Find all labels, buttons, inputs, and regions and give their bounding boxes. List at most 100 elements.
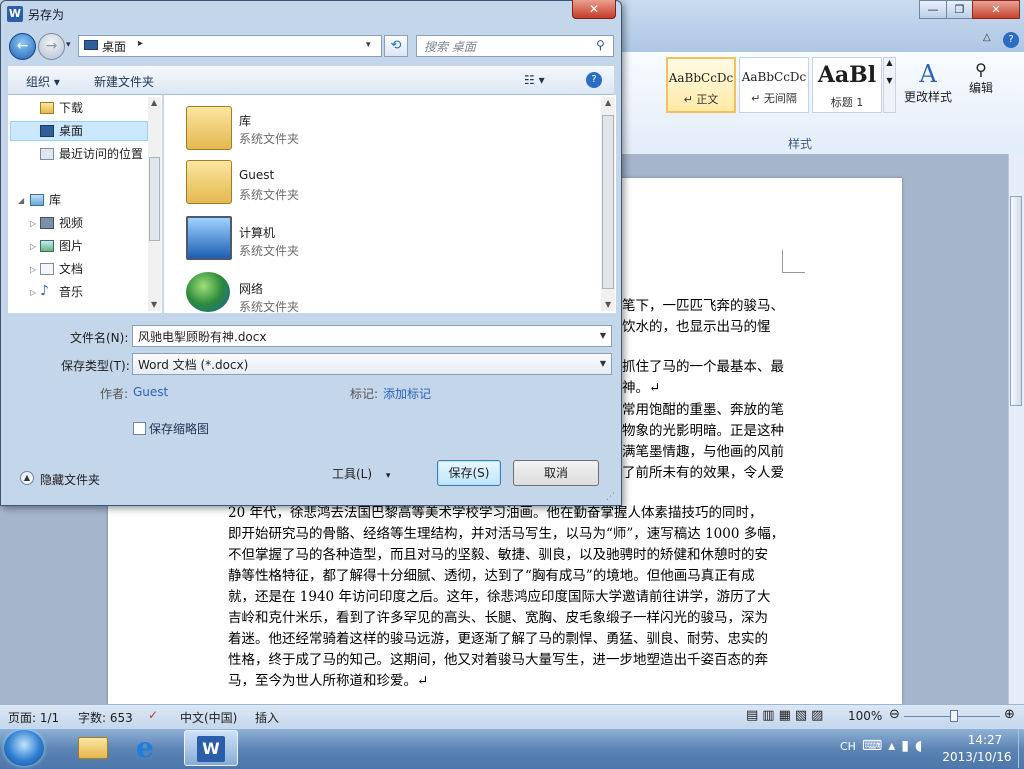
edit-button[interactable]: ⚲ 编辑 [962,60,1000,96]
taskbar-word[interactable]: W [184,730,238,766]
nav-pane-scroll-thumb[interactable] [149,157,160,241]
tools-button[interactable]: 工具(L) ▾ [332,465,390,482]
add-tags-link[interactable]: 添加标记 [383,385,431,402]
start-button[interactable] [4,730,44,766]
proofing-icon[interactable]: ✓ [148,708,158,722]
binoculars-icon: ⚲ [975,60,987,79]
expand-arrow-icon[interactable]: ◢ [18,196,24,205]
doc-text-line: 着迷。他还经常骑着这样的骏马远游，更逐渐了解了马的剽悍、勇猛、驯良、耐劳、忠实的 [228,631,768,647]
doc-text-line: 物象的光影明暗。正是这种 [622,423,784,439]
style-preview: AaBbCcDc [741,70,807,84]
collapse-arrow-icon[interactable]: ▷ [30,219,36,228]
ribbon-collapse-icon[interactable]: △ [983,32,991,43]
hide-folders-button[interactable]: 隐藏文件夹 [40,471,100,488]
doc-text-line: 20 年代，徐悲鸿去法国巴黎高等美术学校学习油画。他在勤奋掌握人体素描技巧的同时… [228,505,763,521]
resize-grip-icon[interactable]: ⋰ [606,492,615,502]
collapse-up-icon[interactable]: ▲ [20,471,34,485]
show-desktop-button[interactable] [1018,729,1024,768]
zoom-in-icon[interactable]: ⊕ [1004,707,1015,722]
new-folder-button[interactable]: 新建文件夹 [94,73,154,90]
music-icon: ♪ [40,283,49,299]
styles-gallery-scroll[interactable]: ▲ ▼ [883,57,896,113]
desktop-icon [40,125,54,137]
file-name[interactable]: 网络 [239,280,263,297]
status-language[interactable]: 中文(中国) [180,709,237,726]
zoom-slider-handle[interactable] [950,710,958,722]
status-page[interactable]: 页面: 1/1 [8,709,59,726]
change-styles-icon: A [919,60,937,88]
nav-item-library[interactable]: 库 [49,190,159,210]
status-insert-mode[interactable]: 插入 [255,709,279,726]
tools-label: 工具(L) [332,467,373,481]
back-button[interactable]: ← [9,33,36,60]
doc-text-line: 吉岭和克什米乐，看到了许多罕见的高头、长腿、宽胸、皮毛象缎子一样闪光的骏马，深为 [228,610,768,626]
save-thumbnail-checkbox[interactable] [133,422,146,435]
address-dropdown-icon[interactable]: ▾ [366,40,371,50]
filetype-select[interactable]: Word 文档 (*.docx) ▼ [132,353,612,375]
scroll-down-icon[interactable]: ▼ [151,300,157,309]
change-view-button[interactable]: ☷ ▾ [524,73,545,87]
save-button[interactable]: 保存(S) [437,460,501,486]
file-type: 系统文件夹 [239,188,300,202]
scroll-up-icon[interactable]: ▲ [151,98,157,107]
doc-text-line: 就，还是在 1940 年访问印度之后。这年，徐悲鸿应印度国际大学邀请前往讲学，游… [228,589,771,605]
author-value[interactable]: Guest [133,385,168,399]
file-pane-scroll-thumb[interactable] [602,115,614,289]
input-language-indicator[interactable]: CH [840,740,856,753]
doc-text-line: 饮水的，也显示出马的惺 [622,319,771,335]
filename-label: 文件名(N): [70,331,129,345]
doc-text-line: 抓住了马的一个最基本、最 [622,359,784,375]
search-icon[interactable]: ⚲ [596,38,605,52]
scroll-up-icon[interactable]: ▲ [605,98,611,107]
filename-input[interactable]: 风驰电掣顾盼有神.docx ▼ [132,325,612,347]
taskbar-explorer[interactable] [66,730,120,766]
margin-corner-mark [782,250,805,273]
file-name[interactable]: 计算机 [239,224,275,241]
document-scroll-thumb[interactable] [1010,196,1022,406]
status-word-count[interactable]: 字数: 653 [78,709,133,726]
word-minimize-button[interactable]: — [919,0,947,19]
style-no-spacing[interactable]: AaBbCcDc ↵ 无间隔 [739,57,809,113]
refresh-button[interactable]: ⟲ [384,35,408,57]
style-normal[interactable]: AaBbCcDc ↵ 正文 [666,57,736,113]
forward-button[interactable]: → [38,33,65,60]
collapse-arrow-icon[interactable]: ▷ [30,288,36,297]
downloads-folder-icon [40,102,54,114]
file-name[interactable]: Guest [239,168,274,182]
doc-text-line: 满笔墨情趣，与他画的风前 [622,444,784,460]
view-mode-icons[interactable]: ▤▥▦▧▨ [746,708,827,723]
word-help-icon[interactable]: ? [1003,32,1019,48]
chevron-down-icon[interactable]: ▼ [600,331,606,340]
collapse-arrow-icon[interactable]: ▷ [30,265,36,274]
documents-icon [40,263,54,275]
zoom-out-icon[interactable]: ⊖ [889,707,900,722]
style-heading-1[interactable]: AaBl 标题 1 [812,57,882,113]
author-label: 作者: [100,387,129,401]
clock-time[interactable]: 14:27 [955,733,1015,747]
zoom-percent[interactable]: 100% [848,709,882,723]
search-placeholder: 搜索 桌面 [424,40,476,54]
doc-text-line: 静等性格特征，都了解得十分细腻、透彻，达到了“胸有成马”的境地。但他画马真正有成 [228,568,755,584]
scroll-down-icon[interactable]: ▼ [605,300,611,309]
address-location[interactable]: 桌面 [102,38,126,55]
style-label: ↵ 无间隔 [751,92,797,105]
breadcrumb-arrow-icon[interactable]: ▸ [138,38,143,49]
collapse-arrow-icon[interactable]: ▷ [30,242,36,251]
word-close-button[interactable]: ✕ [972,0,1020,19]
cancel-button[interactable]: 取消 [513,460,599,486]
help-icon[interactable]: ? [586,72,602,88]
clock-date[interactable]: 2013/10/16 [937,750,1017,764]
change-styles-button[interactable]: A 更改样式 [900,60,956,105]
taskbar-internet-explorer[interactable]: e [124,730,178,766]
chevron-down-icon[interactable]: ▼ [600,359,606,368]
tray-icons[interactable]: ⌨▴▮◖ [862,738,928,754]
dialog-close-button[interactable]: ✕ [572,0,616,19]
doc-text-line: 不但掌握了马的各种造型，而且对马的坚毅、敏捷、驯良，以及驰骋时的矫健和休憩时的安 [228,547,768,563]
organize-button[interactable]: 组织 ▾ [26,73,60,90]
style-label: ↵ 正文 [683,93,719,106]
file-type: 系统文件夹 [239,244,300,258]
word-maximize-button[interactable]: ❐ [946,0,973,19]
file-name[interactable]: 库 [239,112,251,129]
save-thumbnail-label[interactable]: 保存缩略图 [149,420,209,437]
recent-pages-dropdown[interactable]: ▾ [66,40,71,50]
